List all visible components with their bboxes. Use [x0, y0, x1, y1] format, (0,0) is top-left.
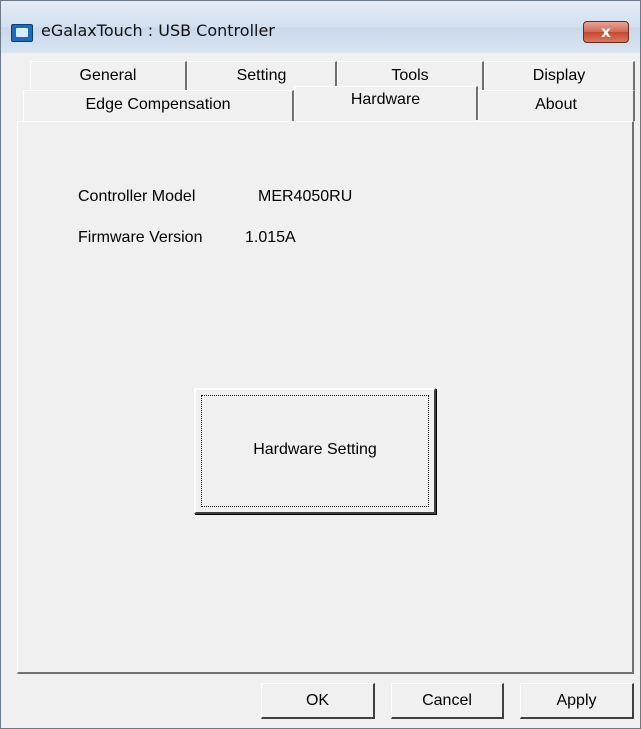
- controller-model-label: Controller Model: [78, 188, 196, 205]
- firmware-version-label: Firmware Version: [78, 229, 203, 246]
- cancel-button[interactable]: Cancel: [391, 683, 504, 719]
- tab-label: Hardware: [350, 91, 421, 108]
- tab-hardware[interactable]: Hardware: [294, 86, 478, 120]
- tab-label: Display: [532, 67, 586, 84]
- tab-label: Edge Compensation: [85, 96, 231, 113]
- cancel-label: Cancel: [422, 692, 472, 709]
- ok-label: OK: [305, 692, 330, 709]
- hardware-setting-button[interactable]: Hardware Setting: [194, 388, 436, 514]
- tab-general[interactable]: General: [30, 61, 187, 92]
- controller-model-value: MER4050RU: [258, 188, 353, 205]
- tab-edge-compensation[interactable]: Edge Compensation: [23, 90, 294, 121]
- ok-button[interactable]: OK: [261, 683, 375, 719]
- tab-label: About: [535, 96, 577, 113]
- hardware-setting-label: Hardware Setting: [253, 441, 377, 458]
- hardware-tab-panel: Controller Model MER4050RU Firmware Vers…: [17, 121, 634, 674]
- tab-about[interactable]: About: [478, 90, 635, 121]
- close-button[interactable]: x: [583, 21, 629, 43]
- firmware-version-value: 1.015A: [245, 229, 296, 246]
- apply-label: Apply: [556, 692, 597, 709]
- apply-button[interactable]: Apply: [520, 683, 634, 719]
- tab-label: Setting: [236, 67, 287, 84]
- tab-display[interactable]: Display: [484, 61, 635, 92]
- tab-label: Tools: [391, 67, 429, 84]
- title-bar[interactable]: eGalaxTouch : USB Controller x: [1, 1, 640, 53]
- tab-label: General: [79, 67, 137, 84]
- close-icon: x: [601, 23, 611, 41]
- window-title: eGalaxTouch : USB Controller: [41, 21, 275, 40]
- app-icon: [11, 24, 33, 42]
